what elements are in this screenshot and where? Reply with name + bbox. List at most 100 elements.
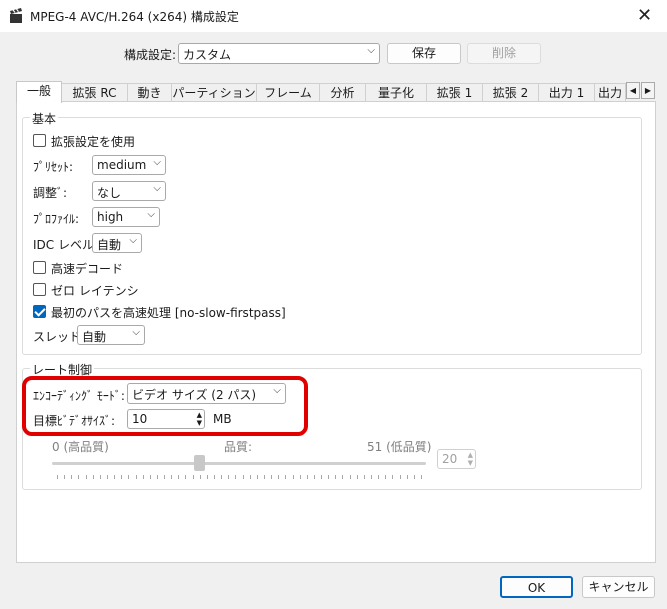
slider-tick [78, 475, 80, 479]
chevron-right-icon[interactable]: ▶ [641, 82, 655, 99]
fast-first-pass-label: 最初のパスを高速処理 [no-slow-firstpass] [51, 306, 286, 320]
chevron-down-icon: ⌵ [147, 209, 155, 220]
delete-button[interactable]: 削除 [467, 43, 541, 64]
zero-latency-checkbox[interactable] [33, 283, 46, 296]
slider-tick [256, 475, 258, 479]
slider-tick [57, 475, 58, 479]
spin-arrows-icon[interactable]: ▲ ▼ [468, 451, 473, 467]
cancel-button[interactable]: キャンセル [582, 576, 655, 598]
tab-extended-1[interactable]: 拡張 1 [426, 83, 483, 102]
slider-tick [349, 475, 351, 479]
advanced-checkbox[interactable] [33, 134, 46, 147]
basic-group-title: 基本 [30, 110, 59, 127]
ok-button[interactable]: OK [500, 576, 573, 598]
quality-spinbox[interactable]: 20 ▲ ▼ [437, 449, 476, 469]
window-title: MPEG-4 AVC/H.264 (x264) 構成設定 [30, 10, 239, 24]
quality-value: 20 [442, 452, 458, 466]
h264-profile-select[interactable]: high ⌵ [92, 207, 160, 227]
slider-tick [156, 475, 158, 479]
slider-tick [271, 475, 273, 479]
tab-general[interactable]: 一般 [16, 81, 62, 103]
save-button[interactable]: 保存 [387, 43, 461, 64]
tab-output-2[interactable]: 出力 [594, 83, 626, 102]
slider-tick [185, 475, 187, 479]
fast-decode-checkbox[interactable] [33, 261, 46, 274]
chevron-down-icon: ⌵ [367, 45, 375, 56]
slider-tick [71, 475, 73, 479]
slider-tick [371, 475, 373, 479]
tab-analysis[interactable]: 分析 [319, 83, 366, 102]
tab-partition[interactable]: パーティション [171, 83, 257, 102]
slider-tick [85, 475, 87, 479]
slider-tick [399, 475, 401, 479]
slider-tick [99, 475, 101, 479]
tab-scroll-buttons: ◀ ▶ [626, 82, 656, 100]
fast-first-pass-checkbox[interactable] [33, 305, 46, 318]
tab-strip: 一般 拡張 RC 動き パーティション フレーム 分析 量子化 拡張 1 拡張 … [16, 81, 656, 103]
threads-select[interactable]: 自動 ⌵ [77, 325, 145, 345]
slider-tick [235, 475, 237, 479]
quality-min-label: 0 (高品質) [52, 440, 109, 454]
idc-level-select[interactable]: 自動 ⌵ [92, 233, 142, 253]
slider-tick [228, 475, 230, 479]
tab-extended-rc[interactable]: 拡張 RC [61, 83, 128, 102]
slider-tick [378, 475, 380, 479]
slider-tick [221, 475, 223, 479]
slider-tick [114, 475, 116, 479]
slider-tick [356, 475, 358, 479]
preset-select-value: medium [97, 158, 147, 172]
tune-select-value: なし [97, 186, 122, 200]
slider-tick [328, 475, 330, 479]
slider-tick [192, 475, 194, 479]
chevron-down-icon: ⌵ [153, 157, 161, 168]
tune-label: 調整ﾞ: [33, 186, 68, 200]
slider-tick [363, 475, 365, 479]
slider-tick [421, 475, 422, 479]
clapperboard-icon [10, 8, 22, 23]
profile-select[interactable]: カスタム ⌵ [178, 43, 380, 64]
slider-tick [92, 475, 94, 479]
zero-latency-label: ゼロ レイテンシ [51, 284, 139, 298]
slider-tick [106, 475, 108, 479]
slider-tick [299, 475, 301, 479]
quality-slider-track[interactable] [52, 462, 426, 465]
h264-profile-select-value: high [97, 210, 124, 224]
quality-slider-thumb[interactable] [194, 455, 205, 471]
slider-tick [385, 475, 387, 479]
close-icon[interactable]: ✕ [622, 0, 667, 32]
slider-tick [64, 475, 66, 479]
slider-tick [285, 475, 287, 479]
slider-tick [199, 475, 201, 479]
tab-output-1[interactable]: 出力 1 [538, 83, 595, 102]
tab-frame[interactable]: フレーム [256, 83, 320, 102]
slider-tick [335, 475, 337, 479]
slider-tick [142, 475, 144, 479]
slider-tick [342, 475, 344, 479]
slider-tick [171, 475, 173, 479]
slider-tick [164, 475, 166, 479]
profile-select-value: カスタム [183, 48, 232, 62]
slider-tick [206, 475, 208, 479]
quality-max-label: 51 (低品質) [367, 440, 432, 454]
tune-select[interactable]: なし ⌵ [92, 181, 166, 201]
tab-extended-2[interactable]: 拡張 2 [482, 83, 539, 102]
slider-tick [242, 475, 244, 479]
slider-tick [313, 475, 315, 479]
highlight-annotation-box [22, 376, 308, 436]
tab-motion[interactable]: 動き [127, 83, 172, 102]
slider-tick [121, 475, 123, 479]
threads-select-value: 自動 [82, 330, 107, 344]
slider-tick [413, 475, 415, 479]
chevron-left-icon[interactable]: ◀ [626, 82, 640, 99]
slider-tick [128, 475, 130, 479]
slider-tick [214, 475, 216, 479]
advanced-label: 拡張設定を使用 [51, 135, 136, 149]
slider-tick [306, 475, 308, 479]
tab-quantization[interactable]: 量子化 [365, 83, 427, 102]
slider-tick [278, 475, 280, 479]
chevron-down-icon: ⌵ [132, 327, 140, 338]
slider-tick [135, 475, 137, 479]
slider-tick [149, 475, 151, 479]
preset-select[interactable]: medium ⌵ [92, 155, 166, 175]
slider-tick [263, 475, 265, 479]
